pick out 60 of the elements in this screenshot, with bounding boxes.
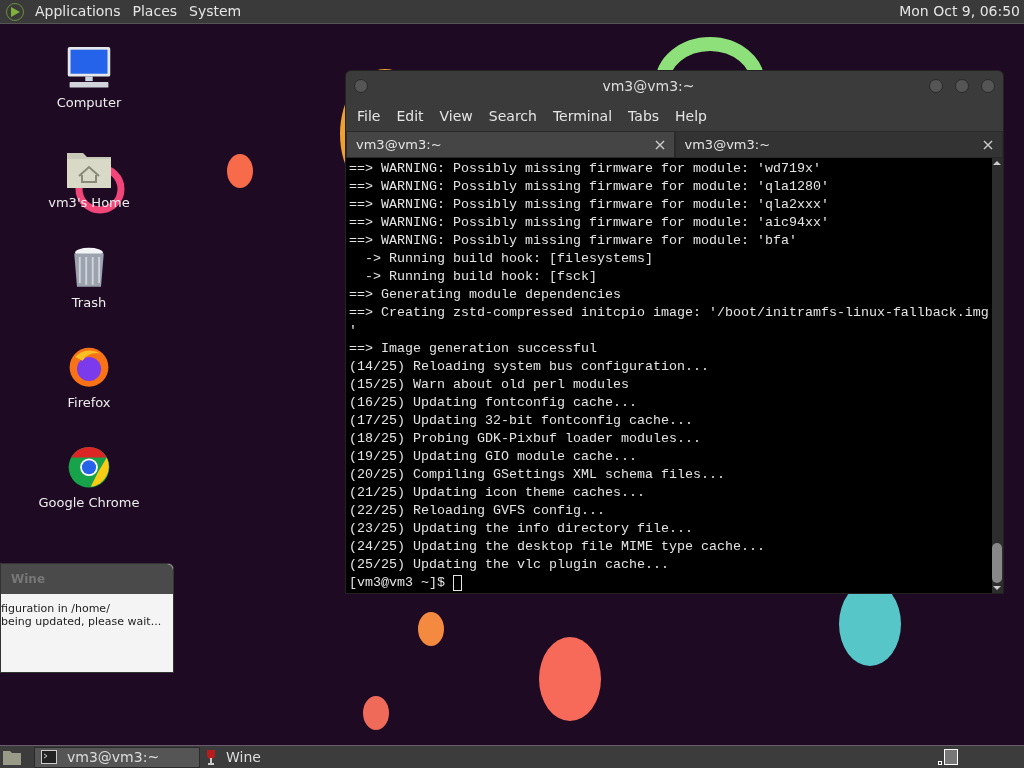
terminal-icon: [41, 750, 57, 764]
menu-item[interactable]: Tabs: [620, 105, 668, 127]
terminal-line: (23/25) Updating the info directory file...: [349, 520, 694, 538]
close-tab-icon[interactable]: [983, 139, 993, 150]
menu-item[interactable]: File: [349, 105, 389, 127]
terminal-line: ==> WARNING: Possibly missing firmware for module: 'qla2xxx': [349, 196, 830, 214]
menu-item[interactable]: View: [431, 105, 481, 127]
terminal-line: ==> Creating zstd-compressed initcpio image: '/boot/initramfs-linux-fallback.img: [349, 304, 989, 322]
wine-glass-icon: [206, 749, 216, 765]
terminal-line: ==> WARNING: Possibly missing firmware for module: 'qla1280': [349, 178, 830, 196]
terminal-line: (15/25) Warn about old perl modules: [349, 376, 630, 394]
terminal-line: (22/25) Reloading GVFS config...: [349, 502, 606, 520]
menu-item[interactable]: Terminal: [544, 105, 621, 127]
terminal-line: ==> WARNING: Possibly missing firmware for module: 'bfa': [349, 232, 798, 250]
terminal-tab[interactable]: vm3@vm3:~: [674, 131, 1003, 158]
terminal-line: (18/25) Probing GDK-Pixbuf loader modules...: [349, 430, 702, 448]
terminal-line: ==> WARNING: Possibly missing firmware for module: 'aic94xx': [349, 214, 830, 232]
desktop-icon-label[interactable]: Google Chrome: [38, 492, 140, 512]
clock[interactable]: Mon Oct 9, 06:50: [899, 1, 1020, 22]
dialog-message: being updated, please wait...: [1, 615, 163, 628]
terminal-line: (17/25) Updating 32-bit fontconfig cache...: [349, 412, 694, 430]
menu-item[interactable]: Edit: [388, 105, 432, 127]
menu-item[interactable]: Help: [667, 105, 715, 127]
scroll-thumb[interactable]: [992, 543, 1003, 583]
panel-menu[interactable]: System: [185, 1, 246, 22]
desktop-icon-label[interactable]: Firefox: [67, 392, 111, 412]
window-title: vm3@vm3:~: [601, 76, 696, 96]
terminal-line: ==> Generating module dependencies: [349, 286, 622, 304]
menu-item[interactable]: Search: [480, 105, 545, 127]
taskbar-button[interactable]: Wine: [200, 746, 366, 768]
menu-logo-icon[interactable]: [5, 1, 25, 22]
dialog-message: figuration in /home/: [1, 602, 111, 615]
terminal-line: (14/25) Reloading system bus configuration...: [349, 358, 710, 376]
terminal-tab[interactable]: vm3@vm3:~: [346, 131, 675, 158]
wallpaper-bubble: [227, 154, 253, 188]
desktop-icon-label[interactable]: Trash: [71, 292, 107, 312]
terminal-line: (19/25) Updating GIO module cache...: [349, 448, 638, 466]
terminal-line: (24/25) Updating the desktop file MIME type cache...: [349, 538, 766, 556]
terminal-line: ==> WARNING: Possibly missing firmware for module: 'wd719x': [349, 160, 822, 178]
scrollbar[interactable]: [991, 158, 1003, 593]
panel-menu[interactable]: Applications: [31, 1, 125, 22]
workspace-marker: [938, 761, 942, 765]
taskbar-button[interactable]: vm3@vm3:~: [34, 746, 200, 768]
terminal-line: ': [349, 322, 358, 340]
wallpaper-bubble: [363, 696, 389, 730]
close-tab-icon[interactable]: [654, 139, 665, 150]
terminal-line: (16/25) Updating fontconfig cache...: [349, 394, 638, 412]
terminal-line: ==> Image generation successful: [349, 340, 598, 358]
terminal-line: (21/25) Updating icon theme caches...: [349, 484, 646, 502]
terminal-line: -> Running build hook: [filesystems]: [364, 250, 654, 268]
terminal-line: (25/25) Updating the vlc plugin cache...: [349, 556, 670, 574]
text-cursor: [453, 575, 462, 591]
workspace-button[interactable]: [944, 749, 958, 765]
wallpaper-bubble: [418, 612, 444, 646]
desktop-icon-label[interactable]: Computer: [56, 92, 122, 112]
terminal-line: (20/25) Compiling GSettings XML schema files...: [349, 466, 726, 484]
terminal-line: -> Running build hook: [fsck]: [364, 268, 598, 286]
shell-prompt: [vm3@vm3 ~]$: [349, 574, 445, 592]
panel-menu[interactable]: Places: [128, 1, 182, 22]
show-desktop-icon[interactable]: [2, 748, 22, 766]
